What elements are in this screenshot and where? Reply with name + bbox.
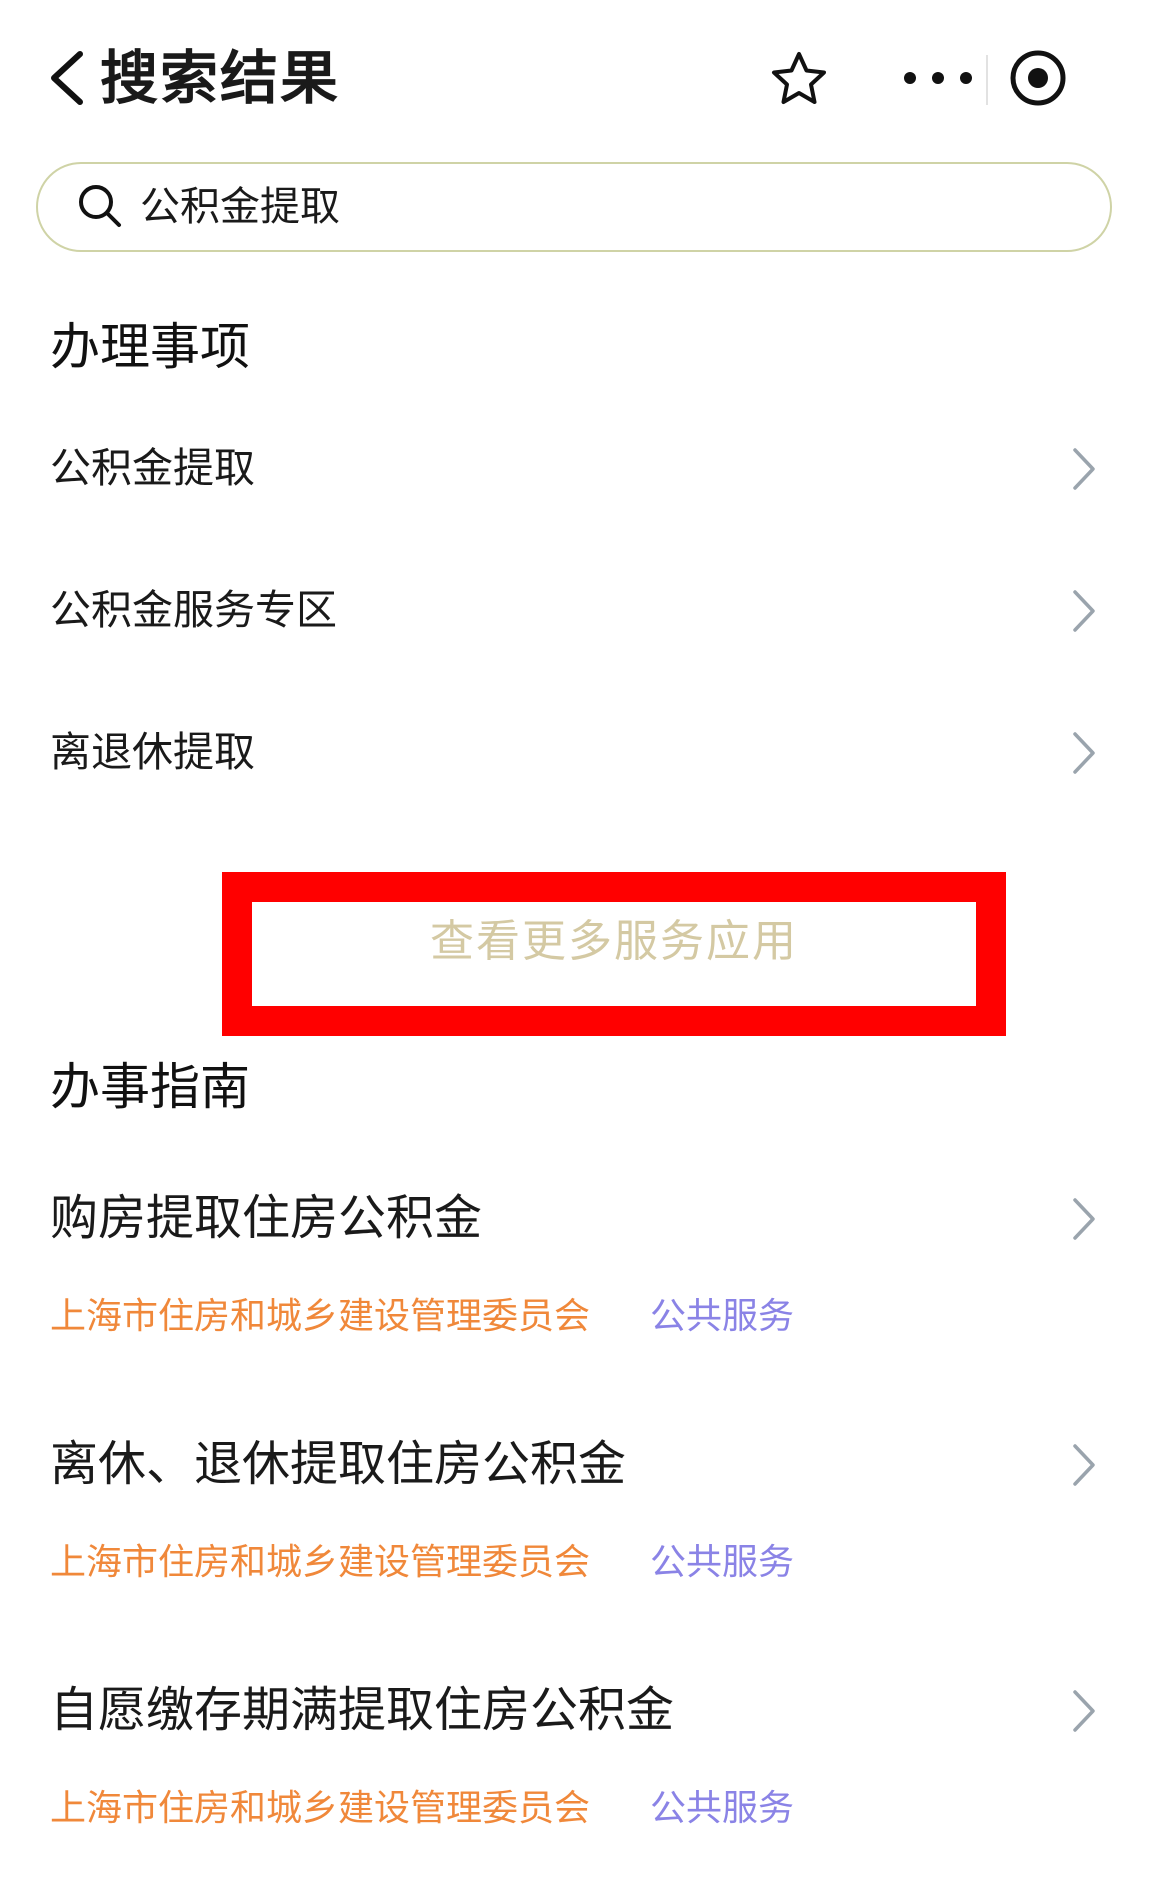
guide-item-title: 自愿缴存期满提取住房公积金 (50, 1682, 675, 1738)
guide-item-department: 上海市住房和城乡建设管理委员会 (50, 1788, 591, 1829)
chevron-right-icon (1073, 590, 1095, 632)
service-item-label: 公积金服务专区 (50, 586, 337, 634)
service-item[interactable]: 公积金提取 (0, 420, 1154, 520)
guides-section-title: 办事指南 (50, 1058, 250, 1116)
service-item[interactable]: 公积金服务专区 (0, 562, 1154, 662)
guide-item[interactable]: 购房提取住房公积金 上海市住房和城乡建设管理委员会 公共服务 (0, 1186, 1154, 1366)
chevron-right-icon (1073, 1444, 1095, 1486)
guide-item-tag: 公共服务 (650, 1542, 795, 1583)
chevron-right-icon (1073, 448, 1095, 490)
guide-item[interactable]: 离休、退休提取住房公积金 上海市住房和城乡建设管理委员会 公共服务 (0, 1432, 1154, 1612)
service-item-label: 公积金提取 (50, 444, 255, 492)
more-dots-icon[interactable] (900, 62, 992, 94)
guide-item-tag: 公共服务 (650, 1788, 795, 1829)
chevron-right-icon (1073, 1690, 1095, 1732)
guide-item-department: 上海市住房和城乡建设管理委员会 (50, 1542, 591, 1583)
service-item[interactable]: 离退休提取 (0, 704, 1154, 804)
guide-item[interactable]: 自愿缴存期满提取住房公积金 上海市住房和城乡建设管理委员会 公共服务 (0, 1678, 1154, 1858)
search-icon (79, 185, 121, 227)
page-title: 搜索结果 (100, 44, 341, 112)
service-item-label: 离退休提取 (50, 728, 255, 776)
chevron-right-icon (1073, 732, 1095, 774)
guide-item-title: 购房提取住房公积金 (50, 1190, 483, 1246)
search-input[interactable]: 公积金提取 (140, 180, 340, 234)
more-services-label[interactable]: 查看更多服务应用 (222, 912, 1006, 972)
chevron-right-icon (1073, 1198, 1095, 1240)
header-divider (986, 55, 988, 105)
record-icon[interactable] (1008, 48, 1068, 108)
guide-item-tag: 公共服务 (650, 1296, 795, 1337)
guide-item-department: 上海市住房和城乡建设管理委员会 (50, 1296, 591, 1337)
star-icon[interactable] (770, 50, 828, 108)
back-chevron-icon[interactable] (44, 50, 92, 106)
guide-item-title: 离休、退休提取住房公积金 (50, 1436, 627, 1492)
services-section-title: 办理事项 (50, 318, 250, 376)
